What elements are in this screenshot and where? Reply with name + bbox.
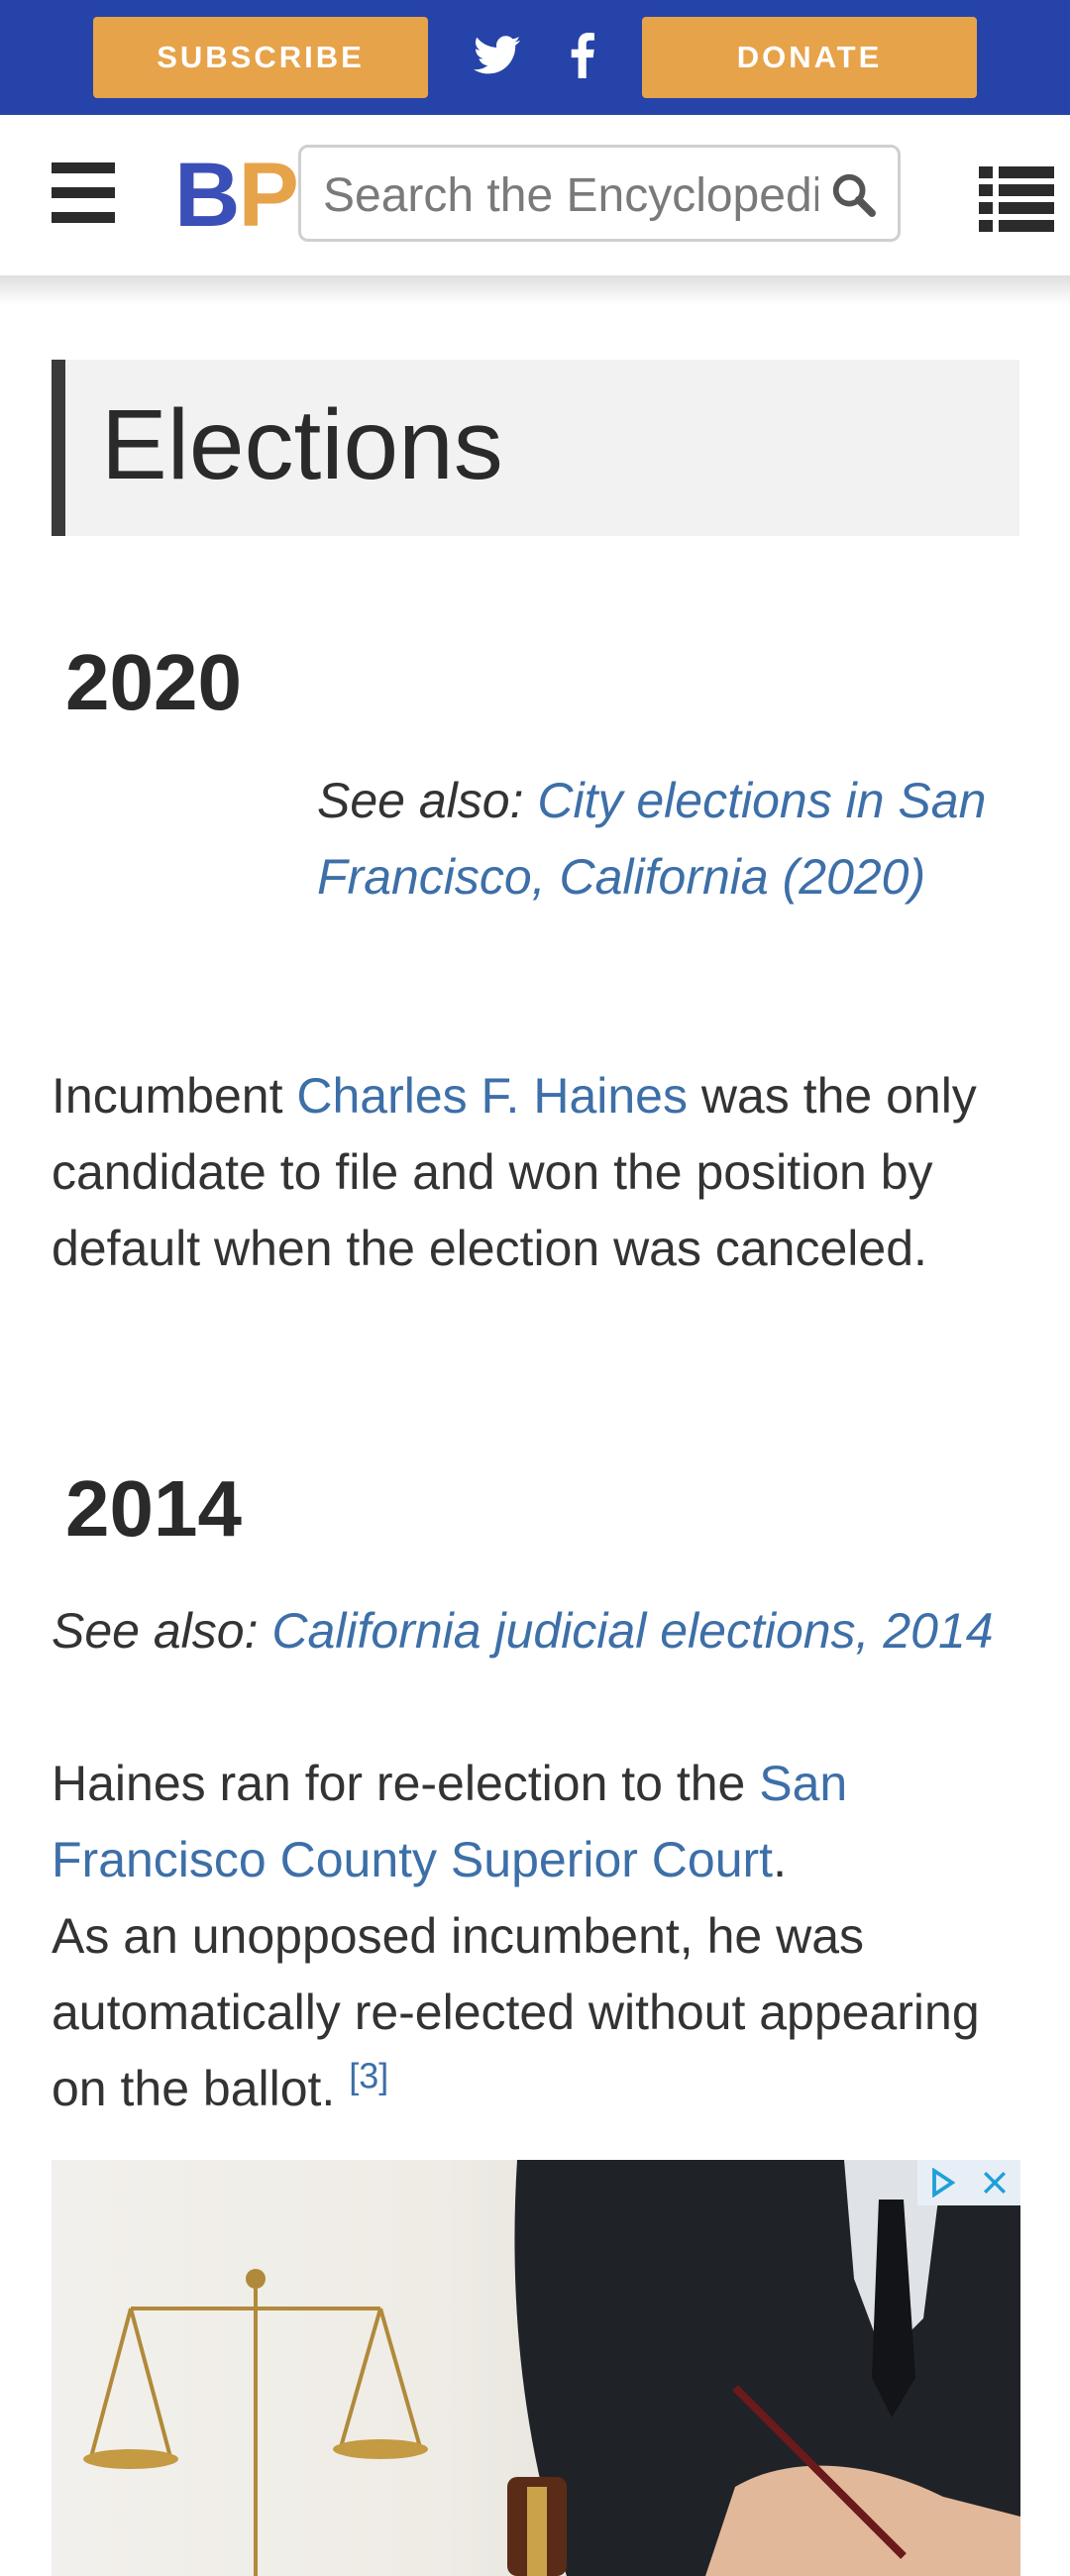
search-input[interactable] xyxy=(321,160,820,231)
twitter-icon[interactable] xyxy=(470,28,525,83)
paragraph-2020: Incumbent Charles F. Haines was the only… xyxy=(52,1058,1022,1287)
candidate-link[interactable]: Charles F. Haines xyxy=(296,1068,688,1124)
paragraph-text: . xyxy=(773,1832,787,1887)
ad-controls xyxy=(917,2160,1020,2205)
site-header: BP xyxy=(0,115,1070,275)
see-also-prefix: See also: xyxy=(317,773,538,828)
close-icon[interactable] xyxy=(969,2160,1020,2205)
subscribe-button[interactable]: SUBSCRIBE xyxy=(93,17,428,98)
logo-letter-b: B xyxy=(174,145,240,246)
footnote-ref-link[interactable]: [3] xyxy=(349,2055,388,2095)
see-also-2020: See also: City elections in San Francisc… xyxy=(317,763,1011,915)
donate-button[interactable]: DONATE xyxy=(642,17,977,98)
ad-image xyxy=(83,2160,1020,2576)
year-heading-2020: 2020 xyxy=(65,638,242,726)
advertisement[interactable] xyxy=(52,2160,1020,2576)
see-also-link-2014[interactable]: California judicial elections, 2014 xyxy=(271,1603,993,1659)
list-icon[interactable] xyxy=(979,164,1054,234)
paragraph-2014: Haines ran for re-election to the San Fr… xyxy=(52,1746,1022,2127)
year-heading-2014: 2014 xyxy=(65,1464,242,1553)
top-bar: SUBSCRIBE DONATE xyxy=(0,0,1070,115)
search-icon[interactable] xyxy=(830,171,876,218)
search-box xyxy=(298,145,901,242)
header-shadow xyxy=(0,275,1070,305)
paragraph-text: Haines ran for re-election to the xyxy=(52,1756,760,1811)
ad-choices-icon[interactable] xyxy=(917,2160,969,2205)
hamburger-menu-icon[interactable] xyxy=(52,162,119,228)
section-heading-box: Elections xyxy=(52,360,1019,536)
see-also-prefix: See also: xyxy=(52,1603,272,1659)
paragraph-text: As an unopposed incumbent, he was automa… xyxy=(52,1908,980,2116)
facebook-icon[interactable] xyxy=(555,28,610,83)
see-also-2014: See also: California judicial elections,… xyxy=(52,1593,1022,1669)
paragraph-text: Incumbent xyxy=(52,1068,297,1124)
logo-letter-p: P xyxy=(238,145,298,246)
section-title: Elections xyxy=(101,389,503,500)
site-logo[interactable]: BP xyxy=(174,141,301,250)
